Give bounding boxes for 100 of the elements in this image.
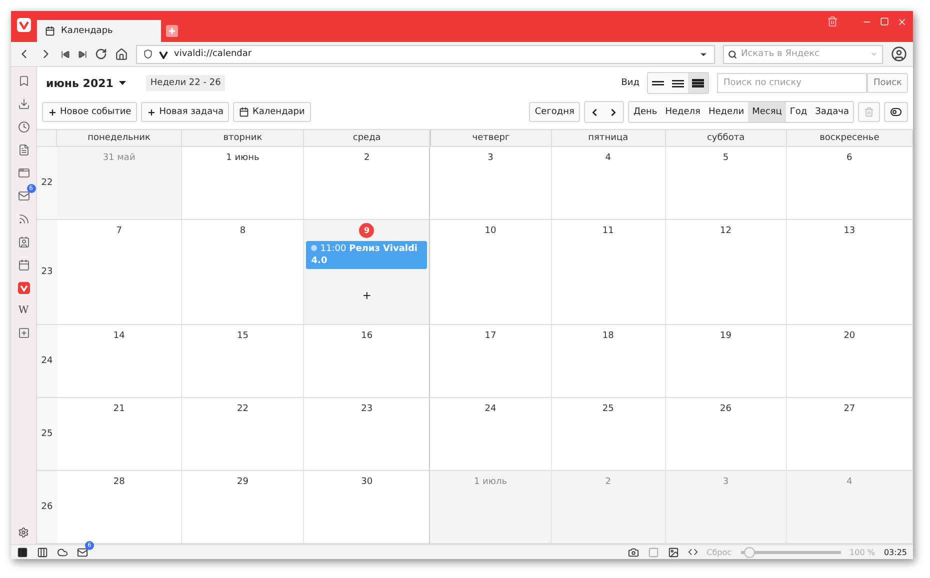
toggle-button[interactable] <box>884 102 908 122</box>
add-event-hint[interactable]: + <box>362 289 372 302</box>
view-tab[interactable]: Задача <box>811 102 853 122</box>
day-number: 18 <box>602 331 614 342</box>
day-cell[interactable]: 24 <box>430 398 552 471</box>
weekday-header: понедельник <box>88 133 150 143</box>
day-cell[interactable]: 18 <box>552 325 666 398</box>
day-cell[interactable]: 3 <box>430 147 552 220</box>
day-cell[interactable]: 10 <box>430 220 552 326</box>
day-number: 15 <box>236 331 248 342</box>
browser-tab[interactable]: Календарь <box>37 20 161 42</box>
day-cell[interactable]: 28 <box>57 470 182 544</box>
new-item-button[interactable]: Новая задача <box>141 102 230 122</box>
day-cell[interactable]: 29 <box>182 470 304 544</box>
day-cell[interactable]: 19 <box>666 325 787 398</box>
day-number: 4 <box>605 153 611 163</box>
new-item-button[interactable]: Новое событие <box>42 102 138 122</box>
day-cell[interactable]: 16 <box>304 325 430 398</box>
code-icon[interactable] <box>688 547 698 557</box>
trash-icon[interactable] <box>827 16 838 27</box>
address-field[interactable]: vivaldi://calendar <box>136 44 715 64</box>
search-button[interactable]: Поиск <box>867 73 908 93</box>
calendar-icon[interactable] <box>18 259 30 271</box>
list-search-field[interactable]: Поиск по списку <box>717 73 868 93</box>
day-cell[interactable]: 15 <box>182 325 304 398</box>
shield-icon[interactable] <box>143 49 153 59</box>
day-cell[interactable]: 4 <box>552 147 666 220</box>
logo-icon[interactable] <box>18 282 30 294</box>
day-cell[interactable]: 9 11:00 Релиз Vivaldi 4.0 + <box>304 220 430 326</box>
profile-icon[interactable] <box>891 46 907 62</box>
cloud-icon[interactable] <box>57 546 68 558</box>
image-icon[interactable] <box>668 546 679 558</box>
view-label: Вид <box>621 78 640 88</box>
day-cell[interactable]: 22 <box>182 398 304 471</box>
close-icon[interactable] <box>897 16 907 26</box>
plus-icon <box>147 108 156 116</box>
tile-icon[interactable] <box>37 546 48 558</box>
settings-icon[interactable] <box>18 527 29 538</box>
fast-forward-icon[interactable] <box>78 50 87 58</box>
day-number: 29 <box>236 476 248 487</box>
calendar-icon <box>45 26 55 36</box>
today-button[interactable]: Сегодня <box>528 102 580 122</box>
day-number: 1 июнь <box>226 153 260 163</box>
day-cell[interactable]: 1 июнь <box>182 147 304 220</box>
bookmark-icon[interactable] <box>18 75 30 87</box>
day-number: 24 <box>484 404 496 414</box>
camera-icon[interactable] <box>628 546 639 558</box>
day-cell[interactable]: 8 <box>182 220 304 326</box>
view-tab[interactable]: Месяц <box>748 102 786 122</box>
add-panel-icon[interactable] <box>18 327 30 339</box>
day-cell[interactable]: 7 <box>57 220 182 326</box>
logo-icon[interactable] <box>17 18 31 32</box>
day-cell[interactable]: 25 <box>552 398 666 471</box>
event-dot-icon <box>311 245 318 252</box>
site-icon <box>159 50 168 58</box>
view-tab[interactable]: День <box>629 102 662 122</box>
home-icon[interactable] <box>115 48 128 60</box>
view-tab[interactable]: Недели <box>704 102 748 122</box>
week-number: 22 <box>37 147 57 220</box>
caret-icon <box>119 81 126 85</box>
day-cell[interactable]: 30 <box>304 470 430 544</box>
view-tab[interactable]: Неделя <box>661 102 704 122</box>
mail-icon[interactable] <box>77 546 88 558</box>
layout-button[interactable] <box>688 73 708 93</box>
new-tab-icon[interactable] <box>166 25 178 37</box>
day-cell[interactable]: 6 <box>786 147 913 220</box>
day-cell[interactable]: 17 <box>430 325 552 398</box>
day-cell[interactable]: 26 <box>666 398 787 471</box>
search-icon[interactable] <box>728 50 737 58</box>
week-number: 23 <box>37 220 57 326</box>
month-dropdown[interactable]: июнь 2021 <box>46 76 126 90</box>
day-cell[interactable]: 23 <box>304 398 430 471</box>
day-number: 12 <box>720 226 732 236</box>
panel-toggle-icon[interactable] <box>17 546 28 558</box>
day-cell[interactable]: 5 <box>666 147 787 220</box>
maximize-icon[interactable] <box>880 17 889 26</box>
day-cell[interactable]: 13 <box>786 220 913 326</box>
day-cell[interactable]: 2 <box>304 147 430 220</box>
window-icon[interactable] <box>18 167 30 179</box>
zoom-reading: 100 % <box>850 548 875 556</box>
day-cell[interactable]: 14 <box>57 325 182 398</box>
web-panel-label[interactable]: W <box>18 305 29 316</box>
day-number: 11 <box>602 226 614 236</box>
day-cell[interactable]: 20 <box>786 325 913 398</box>
download-icon[interactable] <box>18 98 30 110</box>
day-cell[interactable]: 11 <box>552 220 666 326</box>
day-cell[interactable]: 21 <box>57 398 182 471</box>
day-cell[interactable]: 12 <box>666 220 787 326</box>
notes-icon[interactable] <box>18 144 30 156</box>
contacts-icon[interactable] <box>18 236 30 248</box>
day-cell[interactable]: 27 <box>786 398 913 471</box>
day-number: 4 <box>846 476 852 487</box>
reload-icon[interactable] <box>95 48 107 60</box>
view-tab[interactable]: Год <box>786 102 812 122</box>
mail-icon[interactable] <box>18 190 30 202</box>
lines-icon <box>672 78 684 88</box>
calendars-button[interactable]: Календари <box>233 102 311 122</box>
rewind-icon[interactable] <box>61 50 70 58</box>
clock-icon[interactable] <box>18 121 30 133</box>
feed-icon[interactable] <box>18 213 30 225</box>
